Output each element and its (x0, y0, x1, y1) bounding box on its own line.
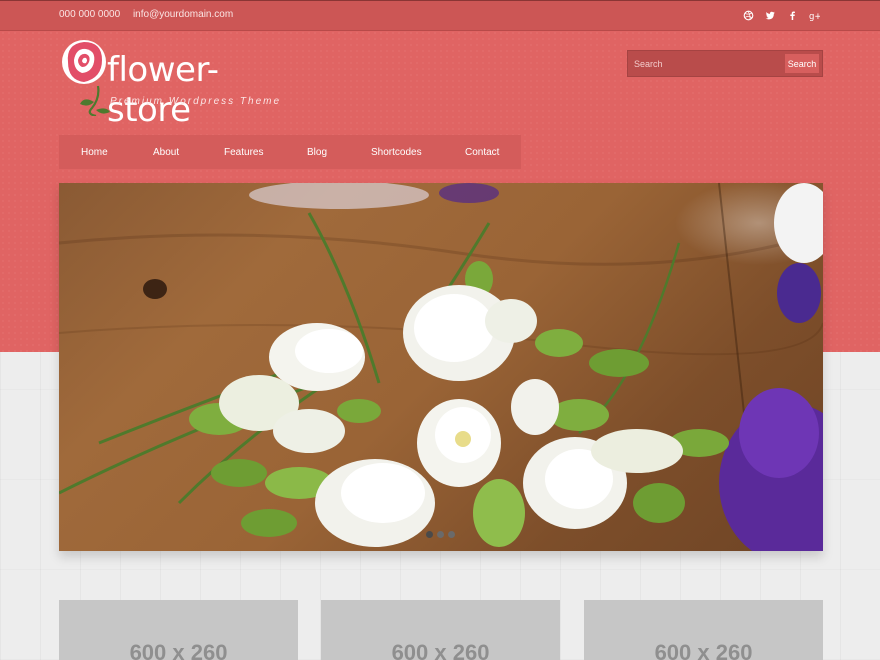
nav-item-blog[interactable]: Blog (307, 147, 327, 158)
card-placeholder-3[interactable]: 600 x 260 (584, 600, 823, 660)
search-form: Search (627, 50, 823, 77)
nav-item-features[interactable]: Features (224, 147, 263, 158)
nav-item-shortcodes[interactable]: Shortcodes (371, 147, 422, 158)
contact-info: 000 000 0000 info@yourdomain.com (59, 9, 233, 20)
twitter-icon[interactable] (765, 10, 776, 22)
card-placeholder-2[interactable]: 600 x 260 (321, 600, 560, 660)
slider-dot-3[interactable] (448, 531, 455, 538)
nav-item-contact[interactable]: Contact (465, 147, 499, 158)
nav-item-about[interactable]: About (153, 147, 179, 158)
slider-pagination (426, 531, 455, 538)
hero-slider[interactable] (59, 183, 823, 551)
logo-title: flower-store (107, 50, 219, 130)
top-bar: 000 000 0000 info@yourdomain.com g+ (0, 0, 880, 31)
flower-bouquet-image (59, 183, 823, 551)
slider-dot-1[interactable] (426, 531, 433, 538)
google-plus-icon[interactable]: g+ (809, 10, 822, 22)
main-navigation: Home About Features Blog Shortcodes Cont… (59, 135, 521, 169)
search-button[interactable]: Search (785, 54, 819, 73)
dribbble-icon[interactable] (743, 10, 754, 22)
logo-tagline: Premium Wordpress Theme (110, 96, 282, 107)
card-placeholder-1[interactable]: 600 x 260 (59, 600, 298, 660)
nav-item-home[interactable]: Home (81, 147, 108, 158)
email-address[interactable]: info@yourdomain.com (133, 9, 233, 20)
social-links: g+ (743, 10, 822, 22)
featured-cards: 600 x 260 600 x 260 600 x 260 (59, 600, 823, 660)
site-logo[interactable]: flower-store Premium Wordpress Theme (58, 36, 298, 130)
svg-text:g+: g+ (809, 12, 820, 21)
slider-dot-2[interactable] (437, 531, 444, 538)
facebook-icon[interactable] (787, 10, 798, 22)
search-input[interactable] (628, 51, 778, 76)
phone-number: 000 000 0000 (59, 9, 121, 20)
